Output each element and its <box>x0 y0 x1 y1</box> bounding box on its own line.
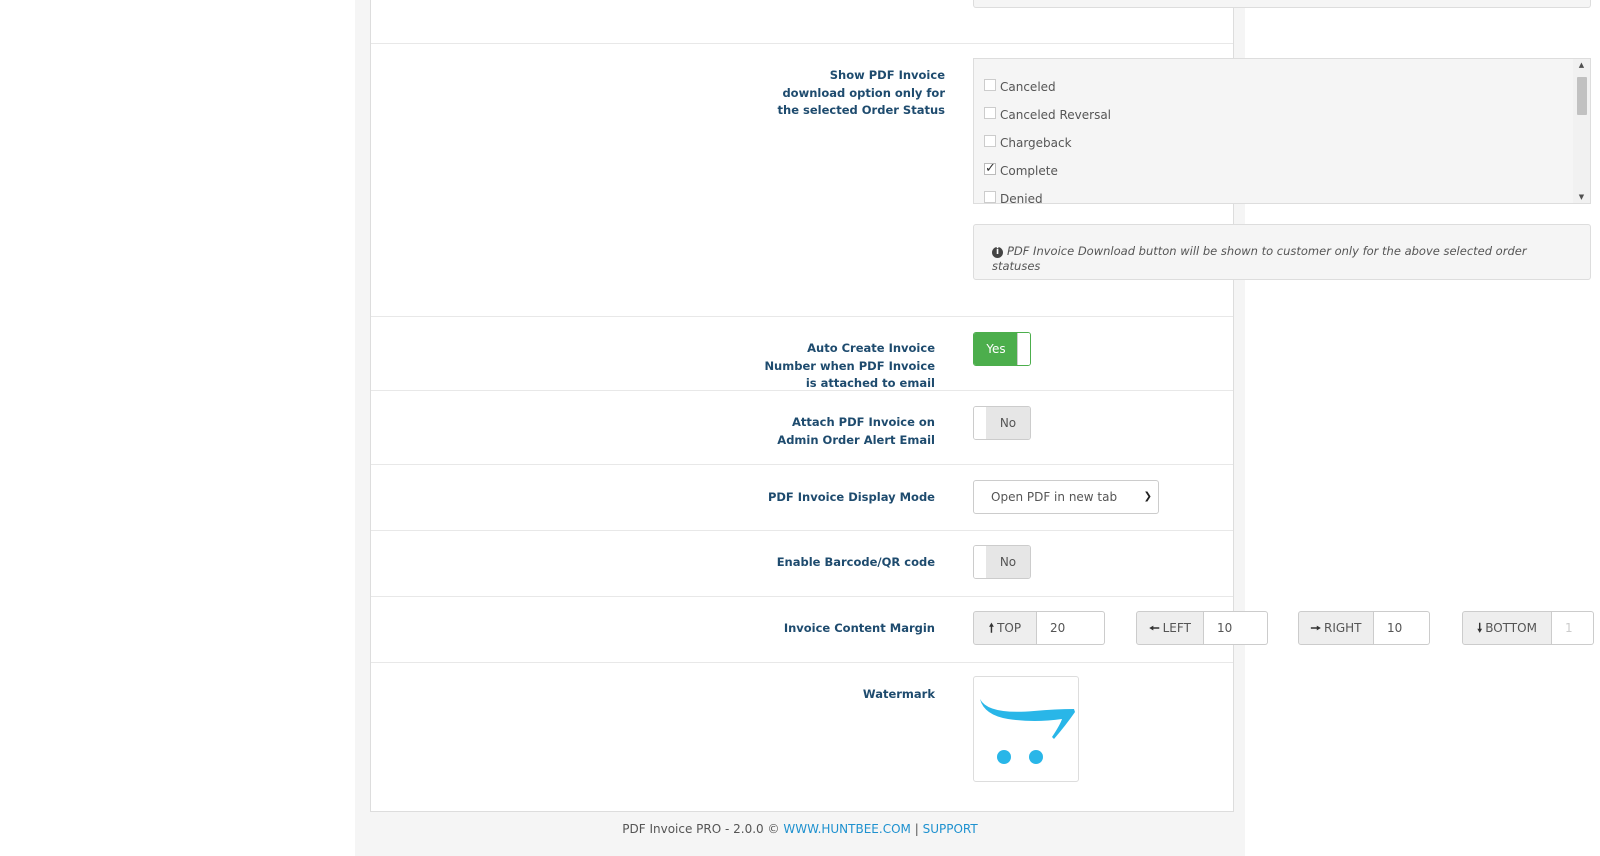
status-item-canceled-reversal[interactable]: Canceled Reversal <box>984 105 1111 125</box>
attach-admin-row: Attach PDF Invoice on Admin Order Alert … <box>371 390 1233 464</box>
arrow-up-icon: 🠕 <box>988 621 995 635</box>
status-item-canceled[interactable]: Canceled <box>984 77 1056 97</box>
scroll-up-arrow-icon[interactable]: ▲ <box>1573 59 1590 71</box>
settings-panel: Show PDF Invoice download option only fo… <box>370 0 1594 812</box>
margin-top-input[interactable]: 20 <box>1037 611 1105 645</box>
auto-create-toggle[interactable]: Yes <box>973 332 1031 366</box>
toggle-knob <box>974 546 986 578</box>
arrow-down-icon: 🠗 <box>1477 621 1483 635</box>
checkbox[interactable] <box>984 107 996 119</box>
scrollbar-thumb[interactable] <box>1577 77 1587 115</box>
margin-label: Invoice Content Margin <box>783 621 935 635</box>
huntbee-link[interactable]: WWW.HUNTBEE.COM <box>783 822 911 836</box>
display-mode-label: PDF Invoice Display Mode <box>767 490 935 504</box>
attach-admin-toggle[interactable]: No <box>973 406 1031 440</box>
arrow-right-icon: 🠖 <box>1310 621 1321 635</box>
margin-bottom-group: 🠗 BOTTOM 1 <box>1462 611 1594 645</box>
support-link[interactable]: SUPPORT <box>923 822 978 836</box>
watermark-row: Watermark <box>371 662 1233 812</box>
status-item-denied[interactable]: Denied <box>984 189 1043 203</box>
toggle-knob <box>1017 333 1030 365</box>
margin-right-input[interactable]: 10 <box>1374 611 1430 645</box>
status-item-chargeback[interactable]: Chargeback <box>984 133 1072 153</box>
margin-bottom-input[interactable]: 1 <box>1552 611 1594 645</box>
order-status-list[interactable]: Canceled Canceled Reversal Chargeback ✓ … <box>973 58 1591 204</box>
margin-top-group: 🠕 TOP 20 <box>973 611 1105 645</box>
margin-right-group: 🠖 RIGHT 10 <box>1298 611 1430 645</box>
info-circle-icon: i <box>992 247 1003 258</box>
barcode-toggle[interactable]: No <box>973 545 1031 579</box>
status-list-scrollbar[interactable]: ▲ ▼ <box>1573 59 1590 203</box>
toggle-off-label: No <box>986 407 1030 439</box>
scroll-down-arrow-icon[interactable]: ▼ <box>1573 191 1590 203</box>
barcode-label: Enable Barcode/QR code <box>776 555 935 569</box>
margin-top-addon: 🠕 TOP <box>973 611 1037 645</box>
status-item-complete[interactable]: ✓ Complete <box>984 161 1058 181</box>
margin-left-group: 🠔 LEFT 10 <box>1136 611 1268 645</box>
watermark-label: Watermark <box>862 687 935 701</box>
auto-create-row: Auto Create Invoice Number when PDF Invo… <box>371 316 1233 390</box>
order-status-help: i PDF Invoice Download button will be sho… <box>973 224 1591 280</box>
chevron-down-icon: ❯ <box>1143 491 1152 502</box>
toggle-on-label: Yes <box>974 333 1018 365</box>
display-mode-select[interactable]: Open PDF in new tab ❯ <box>973 480 1159 514</box>
order-status-label: Show PDF Invoice download option only fo… <box>777 68 945 117</box>
toggle-knob <box>974 407 986 439</box>
checkbox[interactable] <box>984 191 996 203</box>
attach-admin-label: Attach PDF Invoice on Admin Order Alert … <box>777 415 935 447</box>
opencart-cart-icon <box>980 699 1075 764</box>
auto-create-label: Auto Create Invoice Number when PDF Invo… <box>764 341 935 390</box>
barcode-row: Enable Barcode/QR code <box>371 530 1233 596</box>
arrow-left-icon: 🠔 <box>1149 621 1160 635</box>
checkbox-checked[interactable]: ✓ <box>984 162 996 175</box>
previous-field-input[interactable] <box>973 0 1591 8</box>
checkbox[interactable] <box>984 135 996 147</box>
checkbox[interactable] <box>984 79 996 91</box>
margin-bottom-addon: 🠗 BOTTOM <box>1462 611 1552 645</box>
margin-left-input[interactable]: 10 <box>1204 611 1268 645</box>
toggle-off-label: No <box>986 546 1030 578</box>
watermark-image-button[interactable] <box>973 676 1079 782</box>
margin-left-addon: 🠔 LEFT <box>1136 611 1204 645</box>
footer: PDF Invoice PRO - 2.0.0 © WWW.HUNTBEE.CO… <box>622 822 978 836</box>
margin-right-addon: 🠖 RIGHT <box>1298 611 1374 645</box>
